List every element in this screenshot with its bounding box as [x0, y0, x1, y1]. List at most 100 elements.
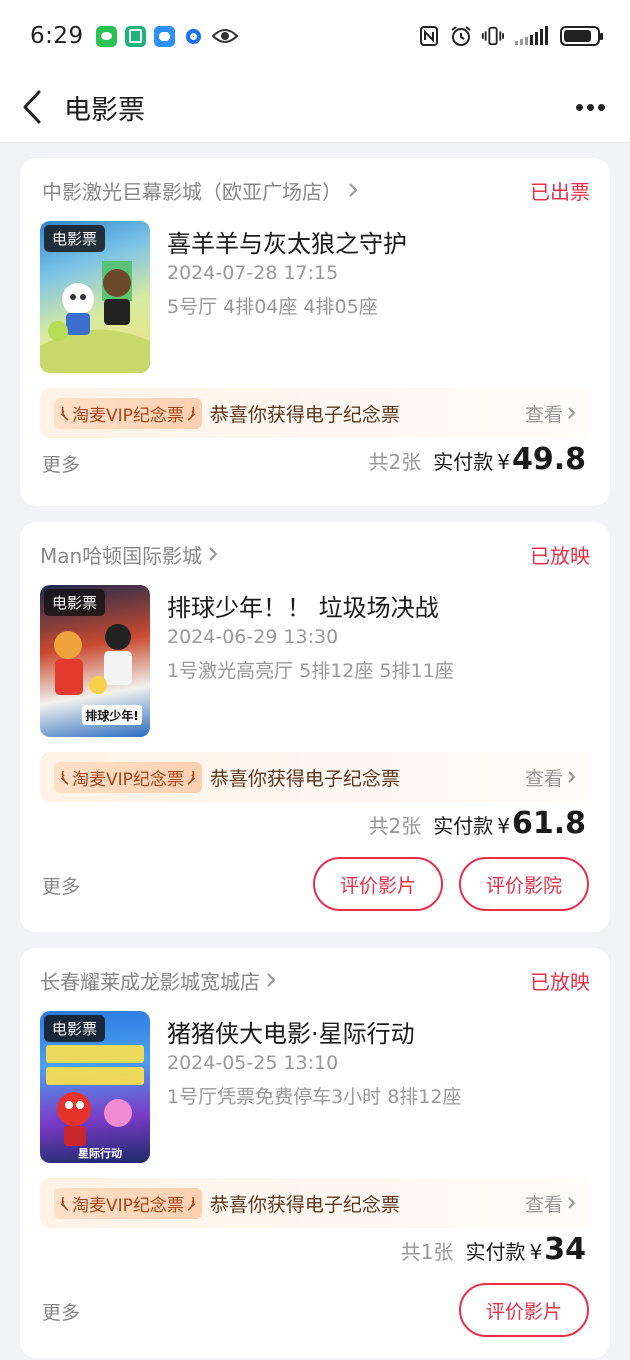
- seat-info: 1号厅凭票免费停车3小时 8排12座: [167, 1086, 462, 1108]
- dot-icon: [597, 103, 605, 111]
- ticket-status: 已放映: [530, 543, 590, 568]
- vip-badge: 淘麦VIP纪念票: [54, 1187, 202, 1219]
- wechat-notification-icon: [95, 25, 117, 47]
- poster-tag: 电影票: [44, 589, 106, 616]
- ticket-card[interactable]: 长春耀莱成龙影城宽城店 已放映 星际行动 电影票 猪猪侠大电影·星际行动 202…: [20, 948, 610, 1358]
- eye-icon: [211, 26, 238, 47]
- cinema-name: 长春耀莱成龙影城宽城店: [40, 969, 260, 994]
- cinema-link[interactable]: 中影激光巨幕影城（欧亚广场店）: [42, 176, 358, 205]
- rate-cinema-button[interactable]: 评价影院: [459, 857, 589, 911]
- chevron-right-icon: [568, 1197, 576, 1209]
- vip-badge-label: 淘麦VIP纪念票: [72, 769, 184, 790]
- poster-tag: 电影票: [44, 225, 106, 252]
- vip-text: 恭喜你获得电子纪念票: [209, 403, 400, 426]
- status-bar: 6:29: [0, 0, 630, 72]
- vip-view-link[interactable]: 查看: [525, 400, 576, 427]
- seat-info: 5号厅 4排04座 4排05座: [167, 296, 378, 318]
- svg-text:星际行动: 星际行动: [78, 1146, 122, 1160]
- location-notification-icon: [182, 25, 204, 47]
- chevron-right-icon: [266, 972, 276, 988]
- more-link[interactable]: 更多: [42, 872, 80, 899]
- cinema-name: 中影激光巨幕影城（欧亚广场店）: [42, 179, 342, 204]
- laurel-right-icon: [186, 769, 196, 785]
- nfc-icon: [418, 25, 440, 47]
- price-summary: 共1张 实付款 ¥ 34: [401, 1232, 586, 1267]
- showtime: 2024-07-28 17:15: [167, 262, 339, 284]
- system-icons: [418, 25, 603, 47]
- paid-amount: 49.8: [511, 442, 586, 477]
- vip-badge-label: 淘麦VIP纪念票: [72, 1195, 184, 1216]
- currency-symbol: ¥: [497, 814, 510, 838]
- paid-amount: 34: [544, 1232, 586, 1267]
- mi-home-notification-icon: [124, 25, 146, 47]
- price-summary: 共2张 实付款 ¥ 61.8: [369, 806, 587, 841]
- cinema-link[interactable]: Man哈顿国际影城: [40, 540, 218, 569]
- vip-souvenir-banner[interactable]: 淘麦VIP纪念票 恭喜你获得电子纪念票 查看: [40, 388, 590, 438]
- price-summary: 共2张 实付款 ¥ 49.8: [369, 442, 587, 477]
- ticket-card[interactable]: 中影激光巨幕影城（欧亚广场店） 已出票 电影票 喜羊羊与灰太狼之守护 2024-…: [20, 158, 610, 506]
- vip-badge-label: 淘麦VIP纪念票: [72, 405, 184, 426]
- currency-symbol: ¥: [529, 1240, 543, 1264]
- chevron-right-icon: [568, 407, 576, 419]
- laurel-left-icon: [60, 769, 70, 785]
- ticket-card[interactable]: Man哈顿国际影城 已放映 排球少年! 电影票 排球少年！！ 垃圾场决战 202…: [20, 522, 610, 932]
- chevron-right-icon: [208, 546, 218, 562]
- nav-bar: 电影票: [0, 72, 630, 143]
- paid-label: 实付款: [433, 814, 494, 838]
- vip-view-link[interactable]: 查看: [525, 1190, 576, 1217]
- page-title: 电影票: [64, 94, 145, 126]
- message-notification-icon: [153, 25, 175, 47]
- vip-view-label: 查看: [524, 767, 563, 790]
- vip-souvenir-banner[interactable]: 淘麦VIP纪念票 恭喜你获得电子纪念票 查看: [40, 752, 590, 802]
- alarm-icon: [450, 25, 472, 47]
- laurel-right-icon: [186, 405, 196, 421]
- seat-info: 1号激光高亮厅 5排12座 5排11座: [167, 660, 454, 682]
- poster-tag: 电影票: [44, 1015, 106, 1042]
- back-button[interactable]: [2, 77, 62, 137]
- laurel-right-icon: [186, 1195, 196, 1211]
- vip-view-link[interactable]: 查看: [525, 764, 576, 791]
- movie-title: 猪猪侠大电影·星际行动: [167, 1020, 415, 1048]
- more-link[interactable]: 更多: [42, 1298, 80, 1325]
- cinema-name: Man哈顿国际影城: [40, 543, 203, 568]
- vibrate-icon: [482, 25, 504, 47]
- more-options-button[interactable]: [572, 87, 608, 127]
- ticket-count: 共2张: [368, 450, 422, 474]
- vip-view-label: 查看: [524, 1193, 563, 1216]
- vip-text: 恭喜你获得电子纪念票: [209, 1193, 400, 1216]
- movie-poster[interactable]: 星际行动 电影票: [40, 1011, 150, 1163]
- dot-icon: [586, 103, 594, 111]
- more-link[interactable]: 更多: [42, 450, 80, 477]
- movie-poster[interactable]: 排球少年! 电影票: [40, 585, 150, 737]
- vip-view-label: 查看: [524, 403, 563, 426]
- notification-icons: [95, 25, 238, 47]
- vip-text: 恭喜你获得电子纪念票: [209, 767, 400, 790]
- paid-amount: 61.8: [511, 806, 586, 841]
- vip-souvenir-banner[interactable]: 淘麦VIP纪念票 恭喜你获得电子纪念票 查看: [40, 1178, 590, 1228]
- ticket-status: 已出票: [530, 179, 590, 204]
- ticket-status: 已放映: [530, 969, 590, 994]
- movie-poster[interactable]: 电影票: [40, 221, 150, 373]
- battery-icon: [560, 26, 603, 46]
- rate-movie-button[interactable]: 评价影片: [313, 857, 443, 911]
- signal-icon: [514, 25, 550, 47]
- movie-title: 排球少年！！ 垃圾场决战: [167, 594, 439, 622]
- currency-symbol: ¥: [497, 450, 510, 474]
- vip-badge: 淘麦VIP纪念票: [54, 761, 202, 793]
- laurel-left-icon: [60, 1195, 70, 1211]
- showtime: 2024-05-25 13:10: [167, 1052, 339, 1074]
- cinema-link[interactable]: 长春耀莱成龙影城宽城店: [40, 966, 276, 995]
- paid-label: 实付款: [465, 1240, 526, 1264]
- ticket-count: 共2张: [368, 814, 422, 838]
- movie-title: 喜羊羊与灰太狼之守护: [167, 230, 407, 258]
- chevron-left-icon: [23, 90, 41, 124]
- paid-label: 实付款: [433, 450, 494, 474]
- dot-icon: [575, 103, 583, 111]
- vip-badge: 淘麦VIP纪念票: [54, 397, 202, 429]
- chevron-right-icon: [568, 771, 576, 783]
- rate-movie-button[interactable]: 评价影片: [459, 1283, 589, 1337]
- showtime: 2024-06-29 13:30: [167, 626, 339, 648]
- ticket-count: 共1张: [400, 1240, 454, 1264]
- svg-text:排球少年!: 排球少年!: [85, 708, 138, 723]
- chevron-right-icon: [348, 182, 358, 198]
